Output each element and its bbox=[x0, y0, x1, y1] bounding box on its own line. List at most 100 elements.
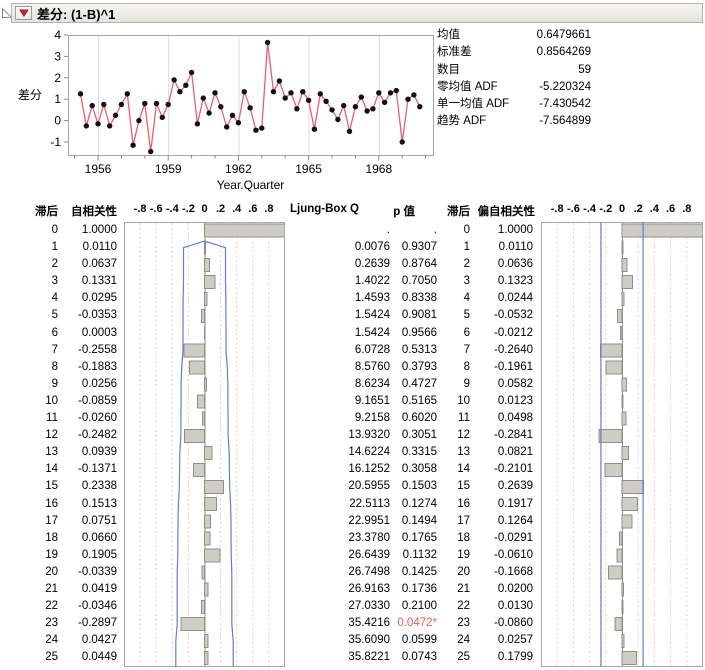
pacf-value-cell[interactable]: -0.0532 bbox=[455, 307, 533, 324]
ljung-q-cell[interactable]: 9.2158 bbox=[280, 410, 390, 427]
acf-bar[interactable] bbox=[205, 583, 208, 596]
acf-value-cell[interactable]: 0.0939 bbox=[57, 444, 117, 461]
pacf-value-cell[interactable]: 0.0130 bbox=[455, 598, 533, 615]
ljung-p-cell[interactable]: 0.7050 bbox=[385, 273, 437, 290]
acf-value-cell[interactable]: -0.1371 bbox=[57, 461, 117, 478]
pacf-bar[interactable] bbox=[622, 412, 626, 425]
ljung-q-cell[interactable]: 16.1252 bbox=[280, 461, 390, 478]
series-point[interactable] bbox=[318, 91, 323, 96]
acf-bar[interactable] bbox=[198, 395, 205, 408]
series-point[interactable] bbox=[206, 110, 211, 115]
acf-value-cell[interactable]: -0.2897 bbox=[57, 615, 117, 632]
acf-lag-cell[interactable]: 13 bbox=[20, 444, 58, 461]
section-titlebar[interactable]: 差分: (1-B)^1 bbox=[11, 3, 703, 23]
series-point[interactable] bbox=[130, 143, 135, 148]
pacf-value-cell[interactable]: 0.0244 bbox=[455, 290, 533, 307]
pacf-bar[interactable] bbox=[622, 481, 643, 494]
acf-bar[interactable] bbox=[193, 463, 204, 476]
ljung-p-cell[interactable]: 0.1765 bbox=[385, 530, 437, 547]
acf-value-cell[interactable]: 0.0427 bbox=[57, 632, 117, 649]
acf-lag-cell[interactable]: 0 bbox=[20, 222, 58, 239]
ljung-q-cell[interactable]: 35.4216 bbox=[280, 615, 390, 632]
pacf-value-cell[interactable]: 0.0582 bbox=[455, 376, 533, 393]
acf-bar[interactable] bbox=[205, 652, 209, 665]
series-point[interactable] bbox=[90, 103, 95, 108]
ljung-p-cell[interactable]: . bbox=[385, 222, 437, 239]
acf-value-cell[interactable]: -0.0859 bbox=[57, 393, 117, 410]
ljung-q-cell[interactable]: 23.3780 bbox=[280, 530, 390, 547]
acf-bar[interactable] bbox=[205, 292, 207, 305]
series-point[interactable] bbox=[101, 102, 106, 107]
pacf-bar[interactable] bbox=[606, 361, 622, 374]
pacf-bar[interactable] bbox=[622, 258, 627, 271]
pacf-bar[interactable] bbox=[622, 634, 624, 647]
acf-lag-cell[interactable]: 8 bbox=[20, 359, 58, 376]
series-point[interactable] bbox=[142, 101, 147, 106]
series-point[interactable] bbox=[189, 70, 194, 75]
series-point[interactable] bbox=[119, 102, 124, 107]
series-point[interactable] bbox=[376, 90, 381, 95]
acf-value-cell[interactable]: 1.0000 bbox=[57, 222, 117, 239]
pacf-bar[interactable] bbox=[622, 652, 637, 665]
series-point[interactable] bbox=[247, 105, 252, 110]
acf-bar[interactable] bbox=[202, 412, 204, 425]
series-point[interactable] bbox=[95, 121, 100, 126]
acf-value-cell[interactable]: 0.0660 bbox=[57, 530, 117, 547]
acf-bar[interactable] bbox=[202, 310, 205, 323]
pacf-bar[interactable] bbox=[620, 532, 622, 545]
acf-lag-cell[interactable]: 18 bbox=[20, 530, 58, 547]
acf-value-cell[interactable]: 0.1905 bbox=[57, 547, 117, 564]
pacf-value-cell[interactable]: -0.0610 bbox=[455, 547, 533, 564]
series-point[interactable] bbox=[353, 104, 358, 109]
series-point[interactable] bbox=[218, 104, 223, 109]
series-point[interactable] bbox=[312, 127, 317, 132]
series-point[interactable] bbox=[259, 125, 264, 130]
pacf-bar-plot[interactable] bbox=[541, 222, 703, 667]
acf-lag-cell[interactable]: 15 bbox=[20, 478, 58, 495]
series-point[interactable] bbox=[113, 113, 118, 118]
acf-lag-cell[interactable]: 9 bbox=[20, 376, 58, 393]
acf-value-cell[interactable]: -0.0346 bbox=[57, 598, 117, 615]
series-point[interactable] bbox=[171, 77, 176, 82]
pacf-bar[interactable] bbox=[615, 617, 622, 630]
acf-value-cell[interactable]: 0.2338 bbox=[57, 478, 117, 495]
series-point[interactable] bbox=[177, 89, 182, 94]
ljung-q-cell[interactable]: 20.5955 bbox=[280, 478, 390, 495]
ljung-p-cell[interactable]: 0.5165 bbox=[385, 393, 437, 410]
series-point[interactable] bbox=[154, 101, 159, 106]
series-point[interactable] bbox=[201, 95, 206, 100]
series-point[interactable] bbox=[306, 98, 311, 103]
pacf-bar[interactable] bbox=[618, 310, 622, 323]
pacf-value-cell[interactable]: 0.1799 bbox=[455, 649, 533, 666]
ljung-p-cell[interactable]: 0.1494 bbox=[385, 513, 437, 530]
series-point[interactable] bbox=[166, 102, 171, 107]
acf-bar[interactable] bbox=[205, 634, 208, 647]
time-series-plot[interactable]: 43210-119561959196219651968Year.Quarter差… bbox=[0, 24, 440, 198]
ljung-p-cell[interactable]: 0.8338 bbox=[385, 290, 437, 307]
pacf-bar[interactable] bbox=[622, 378, 627, 391]
acf-lag-cell[interactable]: 10 bbox=[20, 393, 58, 410]
pacf-bar[interactable] bbox=[620, 327, 622, 340]
ljung-q-cell[interactable]: 35.6090 bbox=[280, 632, 390, 649]
acf-value-cell[interactable]: -0.0260 bbox=[57, 410, 117, 427]
series-point[interactable] bbox=[78, 91, 83, 96]
acf-bar[interactable] bbox=[205, 532, 210, 545]
series-point[interactable] bbox=[329, 107, 334, 112]
acf-lag-cell[interactable]: 2 bbox=[20, 256, 58, 273]
series-point[interactable] bbox=[277, 78, 282, 83]
series-point[interactable] bbox=[288, 90, 293, 95]
acf-bar[interactable] bbox=[205, 275, 216, 288]
series-point[interactable] bbox=[271, 89, 276, 94]
acf-bar[interactable] bbox=[205, 446, 213, 459]
ljung-p-cell[interactable]: 0.4727 bbox=[385, 376, 437, 393]
ljung-p-cell[interactable]: 0.1503 bbox=[385, 478, 437, 495]
series-point[interactable] bbox=[323, 99, 328, 104]
pacf-bar[interactable] bbox=[622, 395, 623, 408]
pacf-value-cell[interactable]: 0.1264 bbox=[455, 513, 533, 530]
pacf-bar[interactable] bbox=[622, 275, 633, 288]
acf-bar[interactable] bbox=[205, 481, 224, 494]
ljung-q-cell[interactable]: 26.6439 bbox=[280, 547, 390, 564]
ljung-p-cell[interactable]: 0.1132 bbox=[385, 547, 437, 564]
pacf-bar[interactable] bbox=[605, 463, 622, 476]
acf-value-cell[interactable]: 0.0110 bbox=[57, 239, 117, 256]
